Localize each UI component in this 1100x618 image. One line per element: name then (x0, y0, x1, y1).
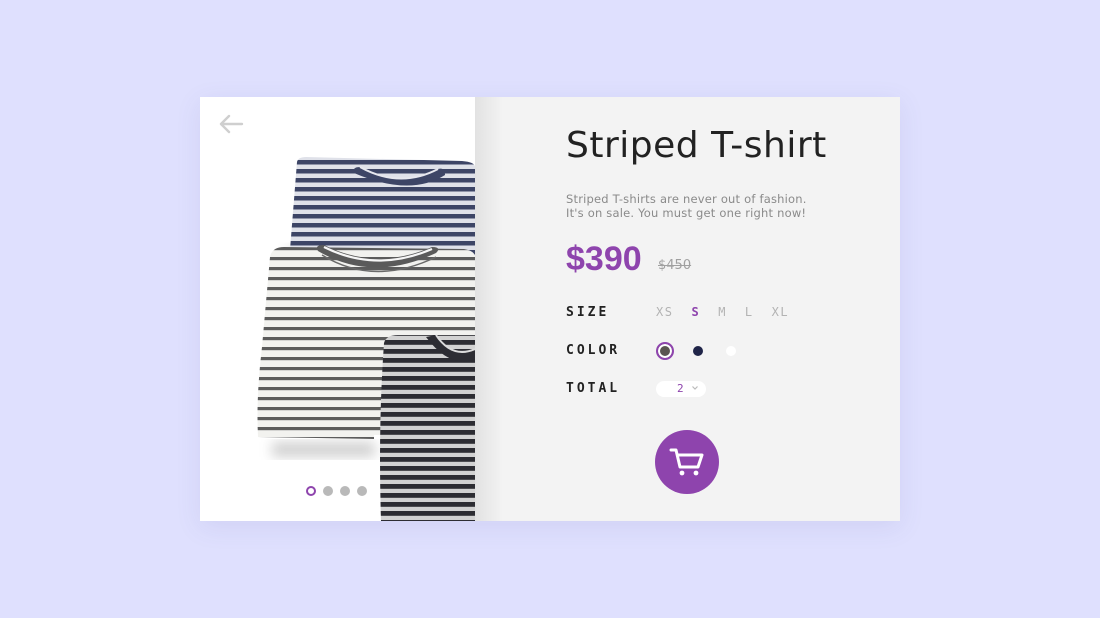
size-option-s[interactable]: S (691, 305, 700, 319)
size-option-m[interactable]: M (718, 305, 727, 319)
color-label: COLOR (566, 343, 621, 358)
gallery-divider (475, 97, 503, 521)
back-button[interactable] (216, 113, 246, 135)
chevron-down-icon (692, 386, 698, 390)
color-swatch-2[interactable] (693, 346, 703, 356)
gallery-dot-4[interactable] (357, 486, 367, 496)
color-swatch-1[interactable] (656, 342, 674, 360)
product-title: Striped T-shirt (566, 125, 827, 166)
quantity-value: 2 (677, 382, 684, 395)
size-label: SIZE (566, 305, 610, 320)
description-line-2: It's on sale. You must get one right now… (566, 206, 807, 220)
product-description: Striped T-shirts are never out of fashio… (566, 192, 826, 220)
shopping-cart-icon (669, 448, 704, 476)
description-line-1: Striped T-shirts are never out of fashio… (566, 192, 807, 206)
total-label: TOTAL (566, 381, 621, 396)
arrow-left-icon (219, 114, 244, 134)
product-gallery (200, 97, 475, 521)
sale-price: $390 (566, 240, 642, 278)
gallery-dot-3[interactable] (340, 486, 350, 496)
size-selector: XS S M L XL (656, 305, 789, 319)
gallery-dot-2[interactable] (323, 486, 333, 496)
size-option-xl[interactable]: XL (772, 305, 789, 319)
color-selector (656, 342, 746, 360)
add-to-cart-button[interactable] (655, 430, 719, 494)
size-option-l[interactable]: L (745, 305, 754, 319)
gallery-pagination (306, 486, 367, 496)
color-swatch-3[interactable] (726, 346, 736, 356)
size-option-xs[interactable]: XS (656, 305, 673, 319)
quantity-dropdown[interactable]: 2 (656, 381, 706, 397)
product-card: Striped T-shirt Striped T-shirts are nev… (200, 97, 900, 521)
product-image (257, 157, 475, 521)
gallery-dot-1[interactable] (306, 486, 316, 496)
original-price: $450 (658, 258, 692, 273)
